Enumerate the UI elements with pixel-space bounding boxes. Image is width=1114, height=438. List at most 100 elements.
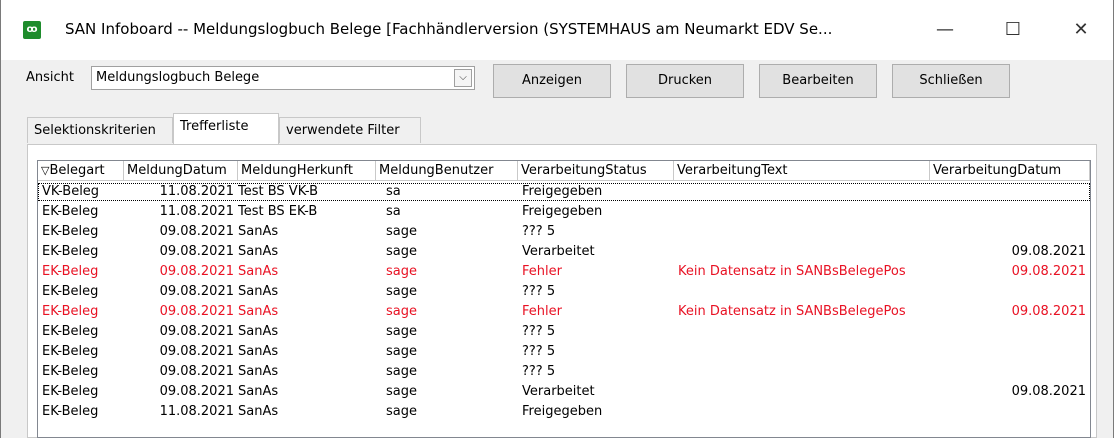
table-cell: 09.08.2021 [159,324,234,339]
table-cell: ??? 5 [522,344,556,359]
view-select-value: Meldungslogbuch Belege [96,70,260,85]
table-cell [678,243,928,261]
window-title: SAN Infoboard -- Meldungslogbuch Belege … [65,20,833,38]
table-cell: SanAs [238,364,279,379]
table-cell: 11.08.2021 [159,184,234,199]
table-cell [930,403,1086,421]
table-cell: SanAs [238,384,279,399]
table-cell: ??? 5 [522,364,556,379]
table-cell: 09.08.2021 [159,364,234,379]
column-header-verarbeitungtext[interactable]: VerarbeitungText [674,161,930,181]
table-cell: SanAs [238,304,279,319]
table-cell: EK-Beleg [42,264,99,279]
table-cell: sage [386,284,417,299]
table-row[interactable]: EK-Beleg 09.08.2021 SanAs sage ??? 5 [38,323,1090,341]
table-cell: sage [386,224,417,239]
view-select[interactable]: Meldungslogbuch Belege ⌵ [91,66,475,90]
table-row[interactable]: EK-Beleg 11.08.2021 Test BS EK-B sa Freigege… [38,203,1090,221]
table-cell: Verarbeitet [522,384,595,399]
table-cell: SanAs [238,404,279,419]
table-row[interactable]: EK-Beleg 09.08.2021 SanAs sage ??? 5 [38,363,1090,381]
table-cell [678,403,928,421]
table-cell: Test BS VK-B [238,184,319,199]
table-cell: SanAs [238,324,279,339]
chevron-down-icon[interactable]: ⌵ [454,69,472,87]
table-cell: sage [386,404,417,419]
table-cell: 09.08.2021 [159,264,234,279]
table-cell: EK-Beleg [42,404,99,419]
title-bar: ꝏ SAN Infoboard -- Meldungslogbuch Beleg… [1,0,1113,60]
close-window-button[interactable]: ✕ [1059,12,1103,48]
table-cell: EK-Beleg [42,224,99,239]
results-table[interactable]: ▽Belegart MeldungDatum MeldungHerkunft M… [37,160,1091,438]
view-label: Ansicht [26,70,75,85]
table-row[interactable]: VK-Beleg 11.08.2021 Test BS VK-B sa Freigege… [38,183,1090,201]
table-row[interactable]: EK-Beleg 09.08.2021 SanAs sage ??? 5 [38,283,1090,301]
table-cell: sage [386,244,417,259]
tab-selection-criteria[interactable]: Selektionskriterien [27,117,173,143]
tab-results[interactable]: Trefferliste [173,113,279,144]
table-row[interactable]: EK-Beleg 09.08.2021 SanAs sage ??? 5 [38,223,1090,241]
app-logo-icon: ꝏ [23,21,41,39]
table-cell [678,323,928,341]
table-cell: Fehler [522,304,562,319]
table-cell [678,383,928,401]
table-cell: SanAs [238,344,279,359]
table-row[interactable]: EK-Beleg 09.08.2021 SanAs sage ??? 5 [38,343,1090,361]
table-cell: sage [386,324,417,339]
table-cell: Kein Datensatz in SANBsBelegePos [678,264,906,279]
table-cell: 11.08.2021 [159,404,234,419]
table-cell [678,203,928,221]
table-cell [930,223,1086,241]
column-header-meldungbenutzer[interactable]: MeldungBenutzer [376,161,518,181]
table-cell: 09.08.2021 [1011,384,1086,399]
table-cell: sa [386,204,401,219]
print-button[interactable]: Drucken [626,64,744,98]
table-row[interactable]: EK-Beleg 09.08.2021 SanAs sage Fehler Kein Da… [38,303,1090,321]
table-cell [930,283,1086,301]
table-cell: sage [386,344,417,359]
table-cell [678,343,928,361]
table-cell: Test BS EK-B [238,204,318,219]
app-window: ꝏ SAN Infoboard -- Meldungslogbuch Beleg… [0,0,1114,438]
tab-used-filters[interactable]: verwendete Filter [279,117,421,143]
table-cell [930,343,1086,361]
table-cell: 09.08.2021 [159,304,234,319]
minimize-button[interactable]: — [923,12,967,48]
table-row[interactable]: EK-Beleg 09.08.2021 SanAs sage Verarbeitet 09… [38,383,1090,401]
edit-button[interactable]: Bearbeiten [759,64,877,98]
column-header-meldungdatum[interactable]: MeldungDatum [124,161,238,181]
table-cell: EK-Beleg [42,344,99,359]
table-cell: SanAs [238,224,279,239]
column-header-verarbeitungdatum[interactable]: VerarbeitungDatum [930,161,1090,181]
table-row[interactable]: EK-Beleg 09.08.2021 SanAs sage Fehler Kein Da… [38,263,1090,281]
table-cell: Freigegeben [522,204,603,219]
close-button[interactable]: Schließen [892,64,1010,98]
table-cell: EK-Beleg [42,204,99,219]
table-cell: ??? 5 [522,224,556,239]
table-cell [678,283,928,301]
table-cell: 09.08.2021 [1011,244,1086,259]
table-cell [930,363,1086,381]
table-cell: sa [386,184,401,199]
table-cell: sage [386,384,417,399]
show-button[interactable]: Anzeigen [493,64,611,98]
table-cell: SanAs [238,284,279,299]
table-cell: sage [386,304,417,319]
table-cell: SanAs [238,244,279,259]
table-cell: 09.08.2021 [159,284,234,299]
table-row[interactable]: EK-Beleg 09.08.2021 SanAs sage Verarbeitet 09… [38,243,1090,261]
column-header-belegart[interactable]: ▽Belegart [38,161,124,181]
table-cell [930,323,1086,341]
column-header-verarbeitungstatus[interactable]: VerarbeitungStatus [518,161,674,181]
table-cell: EK-Beleg [42,244,99,259]
table-cell [678,363,928,381]
table-cell: 09.08.2021 [159,344,234,359]
table-cell: VK-Beleg [42,184,100,199]
maximize-button[interactable]: ☐ [991,12,1035,48]
column-header-meldungherkunft[interactable]: MeldungHerkunft [238,161,376,181]
table-cell: 09.08.2021 [1011,304,1086,319]
table-row[interactable]: EK-Beleg 11.08.2021 SanAs sage Freigegeben [38,403,1090,421]
table-cell [930,183,1086,201]
table-cell [930,203,1086,221]
